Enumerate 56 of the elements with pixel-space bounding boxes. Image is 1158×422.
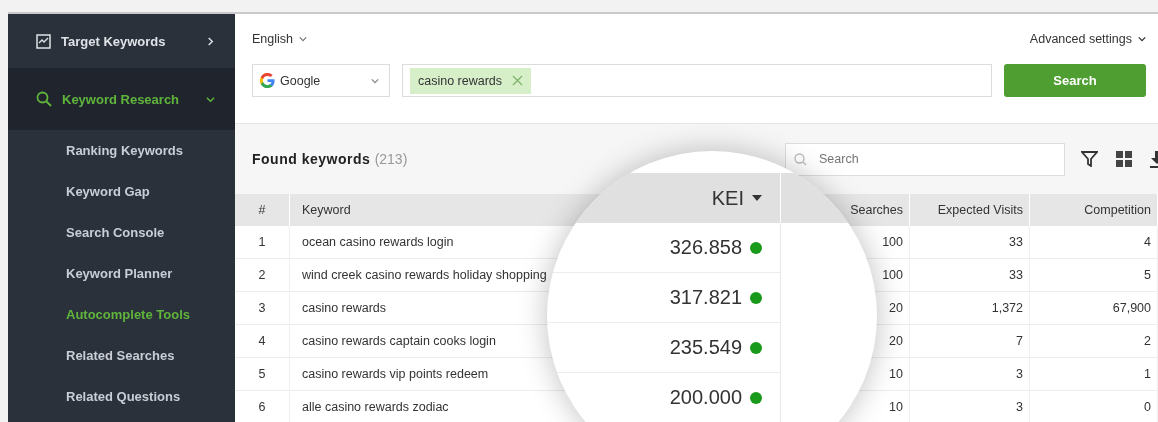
google-logo-icon [259,72,276,89]
table-cell: 3 [910,391,1030,422]
sidebar-section[interactable]: Keyword Research [8,68,235,130]
kei-value: 235.549 [669,336,742,359]
table-cell: 3 [910,358,1030,391]
filter-icon[interactable] [1081,151,1098,167]
sidebar-item[interactable]: Related Questions [8,376,235,417]
table-cell: 3 [235,292,290,325]
sidebar-item[interactable]: Autocomplete Tools [8,294,235,335]
table-cell: 5 [1030,259,1158,292]
sidebar-item[interactable]: Ranking Keywords [8,130,235,171]
sidebar-item[interactable]: Keyword Gap [8,171,235,212]
table-cell: 2 [235,259,290,292]
keywords-field[interactable]: casino rewards [402,64,992,97]
search-field[interactable]: Search [785,142,1065,176]
column-header[interactable]: # [258,203,266,217]
status-dot [750,241,762,254]
search-engine-dropdown[interactable]: Google [252,64,390,97]
table-cell: 67,900 [1030,292,1158,325]
status-dot [750,391,762,404]
results-title: Found keywords (213) [252,151,409,167]
grid-icon[interactable] [1116,151,1132,167]
chevron-icon [299,35,307,43]
table-cell: 4 [235,325,290,358]
column-header[interactable]: KEI [711,186,744,210]
column-header[interactable]: Searches [850,203,903,217]
search-icon [36,91,52,107]
table-cell: 1 [1030,358,1158,391]
sort-caret-icon [752,195,762,201]
chevron-icon [206,36,215,46]
language-dropdown[interactable]: English [252,32,307,46]
table-cell: 1 [235,226,290,259]
kei-value: 326.858 [669,236,742,259]
table-cell: 7 [910,325,1030,358]
sidebar-item[interactable]: Search Console [8,212,235,253]
keyword-tag: casino rewards [410,67,532,94]
search-icon [794,152,807,166]
sidebar-item[interactable]: Keyword Planner [8,253,235,294]
chart-icon [36,33,51,49]
sidebar-section[interactable]: Target Keywords [8,14,235,68]
status-dot [750,291,762,304]
column-header[interactable]: Keyword [302,203,351,217]
table-cell: 1,372 [910,292,1030,325]
table-cell: 33 [910,226,1030,259]
sidebar-item[interactable]: Related Searches [8,335,235,376]
chevron-icon [371,76,379,85]
chevron-icon [206,94,215,104]
table-cell: 33 [910,259,1030,292]
table-cell: 5 [235,358,290,391]
chevron-icon [1138,35,1146,43]
status-dot [750,341,762,354]
table-cell: 6 [235,391,290,422]
advanced-settings-dropdown[interactable]: Advanced settings [1029,32,1146,46]
table-cell: 0 [1030,391,1158,422]
table-cell: 2 [1030,325,1158,358]
table-cell: 4 [1030,226,1158,259]
